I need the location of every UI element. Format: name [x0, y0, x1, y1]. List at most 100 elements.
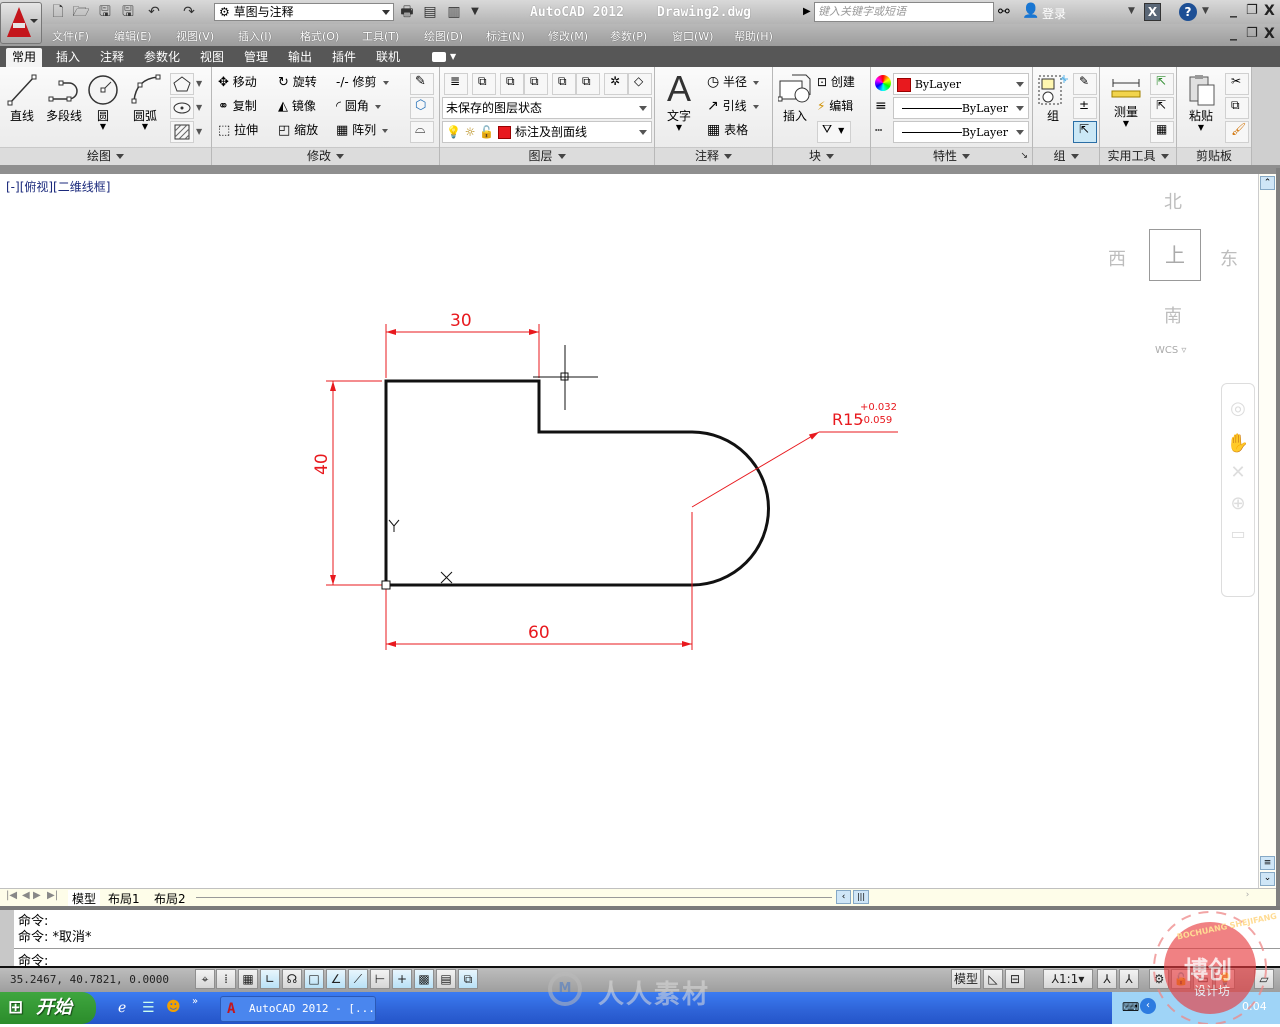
- rotate-button[interactable]: ↻ 旋转: [278, 71, 317, 93]
- quick-view-layouts-button[interactable]: ◺: [983, 969, 1003, 989]
- scroll-up-button[interactable]: ⌃: [1260, 176, 1275, 190]
- annotation-scale-dropdown[interactable]: ⅄1:1▾: [1043, 969, 1093, 989]
- doc-close-button[interactable]: X: [1264, 26, 1275, 42]
- taskbar-autocad-button[interactable]: A AutoCAD 2012 - [...: [220, 996, 376, 1022]
- text-button[interactable]: A 文字 ▼: [661, 71, 697, 132]
- tab-model[interactable]: 模型: [68, 890, 101, 907]
- layer-freeze-button[interactable]: ✲: [604, 73, 628, 95]
- pan-icon[interactable]: ✋: [1222, 433, 1254, 454]
- paste-button[interactable]: 粘贴 ▼: [1181, 73, 1221, 132]
- viewcube-top-face[interactable]: 上: [1149, 229, 1201, 281]
- restore-button[interactable]: ❐: [1246, 3, 1258, 18]
- lineweight-toggle[interactable]: ▩: [414, 969, 434, 989]
- circle-button[interactable]: 圆 ▼: [86, 73, 120, 131]
- copy-clip-button[interactable]: ⧉: [1225, 97, 1249, 119]
- menu-window[interactable]: 窗口(W): [672, 28, 713, 44]
- last-layout-icon[interactable]: ▶|: [47, 890, 58, 901]
- zoom-extents-icon[interactable]: ✕: [1222, 462, 1254, 483]
- tab-output[interactable]: 输出: [282, 48, 318, 67]
- 3d-osnap-toggle[interactable]: ∠: [326, 969, 346, 989]
- chevron-down-icon[interactable]: ▼: [196, 127, 202, 136]
- publish-icon[interactable]: ▤: [421, 4, 439, 20]
- grid-toggle[interactable]: ▦: [238, 969, 258, 989]
- minimize-button[interactable]: _: [1230, 2, 1237, 18]
- calculator-button[interactable]: ▦: [1150, 121, 1174, 143]
- tab-parametric[interactable]: 参数化: [138, 48, 186, 67]
- panel-layers-title[interactable]: 图层: [440, 147, 654, 165]
- panel-clipboard-title[interactable]: 剪贴板: [1177, 147, 1251, 165]
- tab-view[interactable]: 视图: [194, 48, 230, 67]
- explode-button[interactable]: ⬡: [410, 97, 434, 119]
- group-button[interactable]: 组: [1035, 73, 1071, 124]
- table-button[interactable]: ▦ 表格: [707, 119, 748, 141]
- group-edit-button[interactable]: ✎: [1073, 73, 1097, 95]
- chevron-down-icon[interactable]: ▼: [450, 52, 456, 61]
- quick-properties-toggle[interactable]: ▤: [436, 969, 456, 989]
- selection-cycling-toggle[interactable]: ⧉: [458, 969, 478, 989]
- measure-button[interactable]: 测量 ▼: [1104, 77, 1148, 128]
- linetype-dropdown[interactable]: ByLayer: [893, 121, 1029, 143]
- layer-set-current-button[interactable]: ⧉: [472, 73, 496, 95]
- scroll-left-button[interactable]: ‹: [836, 890, 851, 904]
- redo-icon[interactable]: ↷: [180, 4, 198, 20]
- group-selection-toggle[interactable]: ⇱: [1073, 121, 1097, 143]
- menu-tools[interactable]: 工具(T): [362, 28, 399, 44]
- viewcube-east[interactable]: 东: [1220, 245, 1238, 271]
- dimension-top-width[interactable]: [385, 324, 540, 378]
- first-layout-icon[interactable]: |◀: [6, 890, 17, 901]
- layer-off-button[interactable]: ◇: [628, 73, 652, 95]
- menu-edit[interactable]: 编辑(E): [114, 28, 152, 44]
- layer-dropdown[interactable]: 💡 ☼ 🔓 标注及剖面线: [442, 121, 652, 143]
- panel-draw-title[interactable]: 绘图: [0, 147, 211, 165]
- tab-home[interactable]: 常用: [6, 48, 43, 67]
- login-link[interactable]: 登录: [1042, 5, 1066, 22]
- polygon-button[interactable]: [170, 73, 194, 95]
- quick-select-button[interactable]: ⇱: [1150, 73, 1174, 95]
- create-block-button[interactable]: ⊡ 创建: [817, 71, 855, 93]
- copy-button[interactable]: ⚭ 复制: [218, 95, 257, 117]
- snap-mode-toggle[interactable]: ⁞: [216, 969, 236, 989]
- menu-view[interactable]: 视图(V): [176, 28, 214, 44]
- array-button[interactable]: ▦ 阵列: [336, 119, 389, 141]
- hatch-button[interactable]: [170, 121, 194, 143]
- application-menu-button[interactable]: [0, 2, 42, 44]
- color-dropdown[interactable]: ByLayer: [893, 73, 1029, 95]
- plot-icon[interactable]: 🖶: [398, 4, 416, 20]
- menu-format[interactable]: 格式(O): [300, 28, 339, 44]
- scroll-thumb[interactable]: ≡: [1260, 856, 1275, 870]
- polar-toggle[interactable]: ☊: [282, 969, 302, 989]
- select-all-button[interactable]: ⇱: [1150, 97, 1174, 119]
- wcs-menu[interactable]: WCS ▿: [1155, 345, 1186, 356]
- layer-isolate-button[interactable]: ⧉: [552, 73, 576, 95]
- next-layout-icon[interactable]: ▶: [33, 890, 41, 901]
- otrack-toggle[interactable]: ⟋: [348, 969, 368, 989]
- stretch-button[interactable]: ⬚ 拉伸: [218, 119, 258, 141]
- properties-icon[interactable]: ▥: [445, 4, 463, 20]
- command-window-grip[interactable]: [0, 910, 14, 966]
- group-add-remove-button[interactable]: ±: [1073, 97, 1097, 119]
- menu-draw[interactable]: 绘图(D): [424, 28, 463, 44]
- tab-layout1[interactable]: 布局1: [108, 890, 140, 907]
- dialog-launcher-icon[interactable]: ↘: [1020, 148, 1028, 165]
- quicklaunch-app-icon[interactable]: ☻: [166, 999, 181, 1015]
- quicklaunch-ie-icon[interactable]: ℯ: [118, 1000, 126, 1016]
- menu-file[interactable]: 文件(F): [52, 28, 89, 44]
- menu-insert[interactable]: 插入(I): [238, 28, 272, 44]
- steering-wheel-icon[interactable]: ◎: [1222, 398, 1254, 419]
- binoculars-icon[interactable]: ⚯: [998, 4, 1010, 20]
- start-button[interactable]: ⊞ 开始: [0, 992, 96, 1024]
- arc-button[interactable]: 圆弧 ▼: [126, 73, 164, 131]
- help-icon[interactable]: ?: [1179, 3, 1197, 21]
- coordinates-readout[interactable]: 35.2467, 40.7821, 0.0000: [10, 973, 169, 986]
- annotation-visibility-toggle[interactable]: ⅄: [1097, 969, 1117, 989]
- menu-modify[interactable]: 修改(M): [548, 28, 588, 44]
- tab-layout2[interactable]: 布局2: [154, 890, 186, 907]
- tab-online[interactable]: 联机: [370, 48, 406, 67]
- exchange-icon[interactable]: X: [1144, 3, 1161, 21]
- undo-icon[interactable]: ↶: [145, 4, 163, 20]
- match-properties-button[interactable]: 🖌: [1225, 121, 1249, 143]
- leader-button[interactable]: ↗ 引线: [707, 95, 759, 117]
- chevron-down-icon[interactable]: ▼: [196, 79, 202, 88]
- panel-block-title[interactable]: 块: [773, 147, 870, 165]
- color-wheel-icon[interactable]: [875, 75, 891, 91]
